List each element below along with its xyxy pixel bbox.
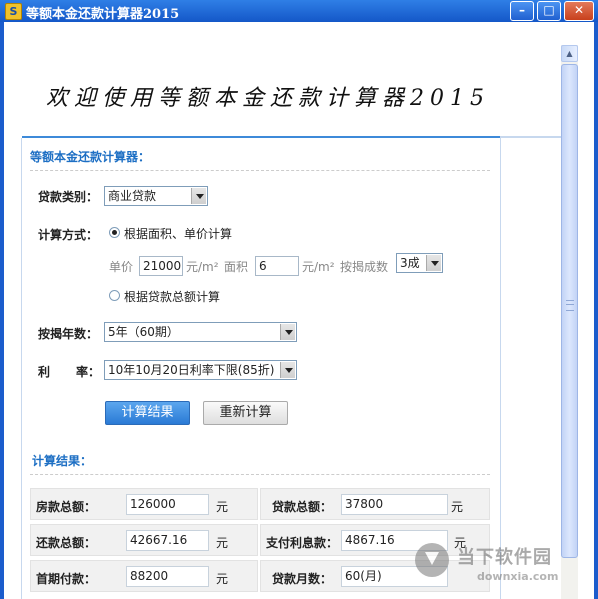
reset-button[interactable]: 重新计算 (203, 401, 288, 425)
result-label: 房款总额： (36, 500, 97, 514)
result-unit: 元 (216, 536, 229, 550)
watermark-name: 当下软件园 (457, 547, 552, 568)
result-label: 贷款总额： (272, 500, 333, 514)
area-unit: 元/m² (302, 260, 335, 274)
years-label: 按揭年数： (38, 327, 99, 341)
results-section-title: 计算结果： (32, 454, 93, 468)
mortgage-ratio-select[interactable]: 3成 (396, 253, 443, 273)
calculator-section-title: 等额本金还款计算器： (30, 150, 151, 164)
unit-price-label: 单价 (109, 260, 134, 274)
close-button[interactable]: ✕ (564, 1, 594, 21)
result-value[interactable]: 88200 (126, 566, 209, 587)
header-divider-right (500, 136, 561, 138)
area-input[interactable]: 6 (255, 256, 299, 276)
result-label: 支付利息款： (266, 536, 339, 550)
mortgage-ratio-label: 按揭成数 (340, 260, 389, 274)
years-select[interactable]: 5年（60期） (104, 322, 297, 342)
loan-type-select[interactable]: 商业贷款 (104, 186, 208, 206)
calc-method-label: 计算方式： (38, 228, 99, 242)
radio-by-total[interactable] (109, 290, 120, 301)
mortgage-ratio-value: 3成 (400, 256, 420, 270)
result-value[interactable]: 126000 (126, 494, 209, 515)
minimize-button[interactable]: – (510, 1, 534, 21)
rate-label-left: 利 (38, 365, 51, 379)
result-label: 贷款月数： (272, 572, 333, 586)
result-label: 首期付款： (36, 572, 97, 586)
window-frame-right (594, 22, 598, 599)
result-unit: 元 (451, 500, 464, 514)
calculate-button[interactable]: 计算结果 (105, 401, 190, 425)
area-label: 面积 (224, 260, 249, 274)
result-loan-total: 贷款总额： 37800 元 (260, 488, 490, 520)
panel-border-right (500, 138, 501, 599)
result-unit: 元 (216, 500, 229, 514)
chevron-down-icon (280, 324, 295, 340)
result-value[interactable]: 42667.16 (126, 530, 209, 551)
header-divider (22, 136, 500, 138)
results-divider (30, 474, 490, 475)
result-unit: 元 (216, 572, 229, 586)
scroll-thumb[interactable] (561, 64, 578, 558)
rate-select[interactable]: 10年10月20日利率下限(85折) (104, 360, 297, 380)
radio-by-area[interactable] (109, 227, 120, 238)
section-divider (30, 170, 490, 171)
radio-by-area-label: 根据面积、单价计算 (124, 227, 233, 241)
radio-by-total-label: 根据贷款总额计算 (124, 290, 221, 304)
app-icon: S (5, 3, 22, 20)
unit-price-input[interactable]: 21000 (139, 256, 183, 276)
result-value[interactable]: 37800 (341, 494, 448, 515)
chevron-down-icon (280, 362, 295, 378)
result-repay-total: 还款总额： 42667.16 元 (30, 524, 258, 556)
grip-icon (566, 300, 574, 311)
maximize-button[interactable]: □ (537, 1, 561, 21)
window-title: 等额本金还款计算器2015 (26, 7, 180, 22)
watermark: 当下软件园 downxia.com (415, 540, 595, 595)
rate-label-right: 率： (76, 365, 101, 379)
panel-border-left (21, 138, 22, 599)
watermark-url: downxia.com (477, 570, 559, 583)
welcome-banner: 欢迎使用等额本金还款计算器2015 (46, 86, 490, 111)
window-frame-left (0, 22, 4, 599)
chevron-down-icon (191, 188, 206, 204)
vertical-scrollbar[interactable]: ▲ (561, 45, 578, 599)
result-down-payment: 首期付款： 88200 元 (30, 560, 258, 592)
chevron-down-icon (426, 255, 441, 271)
years-value: 5年（60期） (108, 325, 179, 339)
unit-price-unit: 元/m² (186, 260, 219, 274)
rate-value: 10年10月20日利率下限(85折) (108, 363, 275, 377)
scroll-up-arrow-icon[interactable]: ▲ (561, 45, 578, 62)
loan-type-label: 贷款类别： (38, 190, 99, 204)
download-arrow-icon (415, 543, 449, 577)
result-label: 还款总额： (36, 536, 97, 550)
loan-type-value: 商业贷款 (108, 189, 157, 203)
title-bar: S 等额本金还款计算器2015 – □ ✕ (0, 0, 598, 22)
result-house-total: 房款总额： 126000 元 (30, 488, 258, 520)
